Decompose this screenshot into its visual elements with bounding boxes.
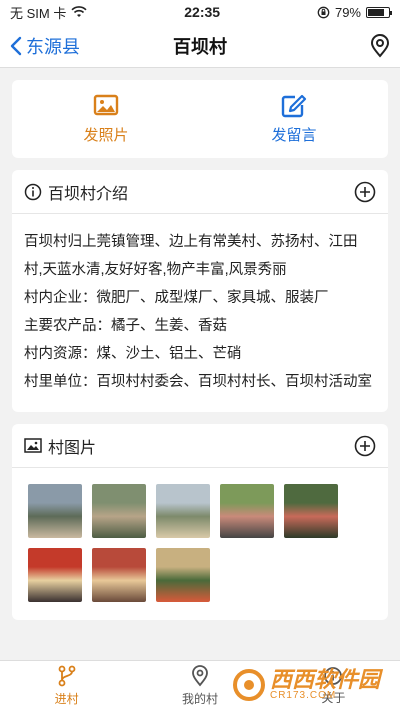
post-message-label: 发留言 xyxy=(271,126,317,144)
tab-my-village-label: 我的村 xyxy=(181,691,218,706)
carrier-label: 无 SIM 卡 xyxy=(10,5,67,21)
intro-title-group: 百坝村介绍 xyxy=(24,180,128,204)
chevron-left-icon xyxy=(10,36,22,55)
action-card: 发照片 发留言 xyxy=(12,80,388,158)
back-label: 东源县 xyxy=(26,36,80,57)
photos-title: 村图片 xyxy=(48,439,97,457)
image-icon xyxy=(93,94,119,115)
watermark-site: CR173.COM xyxy=(269,690,337,701)
photo-8[interactable] xyxy=(156,548,210,602)
photo-3[interactable] xyxy=(156,484,210,538)
watermark-logo-icon xyxy=(232,669,265,701)
intro-title: 百坝村介绍 xyxy=(48,185,129,203)
watermark-text: 西西软件园 CR173.COM xyxy=(270,669,380,701)
intro-text: 百坝村归上莞镇管理、边上有常美村、苏扬村、江田村,天蓝水清,友好好客,物产丰富,… xyxy=(12,214,388,412)
battery-icon xyxy=(366,6,392,18)
tab-enter-village[interactable]: 进村 xyxy=(0,661,133,710)
watermark: 西西软件园 CR173.COM xyxy=(232,668,380,702)
back-button[interactable]: 东源县 xyxy=(10,33,80,59)
branch-icon xyxy=(58,665,76,686)
battery-fill xyxy=(368,8,384,16)
nav-bar: 东源县 百坝村 xyxy=(0,24,400,68)
info-icon xyxy=(24,183,42,200)
status-right: 79% xyxy=(317,4,392,20)
photos-card: 村图片 xyxy=(12,424,388,620)
add-photo-plus-icon[interactable] xyxy=(354,435,376,457)
photo-7[interactable] xyxy=(92,548,146,602)
watermark-brand: 西西软件园 xyxy=(269,667,380,692)
status-time: 22:35 xyxy=(184,4,221,20)
intro-paragraph-summary: 百坝村归上莞镇管理、边上有常美村、苏扬村、江田村,天蓝水清,友好好客,物产丰富,… xyxy=(24,234,358,278)
intro-paragraph-units: 村里单位：百坝村村委会、百坝村村长、百坝村活动室 xyxy=(24,374,372,390)
location-pin-icon[interactable] xyxy=(370,33,390,58)
status-left: 无 SIM 卡 xyxy=(10,3,87,22)
pin-icon xyxy=(192,664,208,686)
photo-5[interactable] xyxy=(284,484,338,538)
page-title: 百坝村 xyxy=(173,36,227,57)
photos-title-group: 村图片 xyxy=(24,434,96,458)
photo-4[interactable] xyxy=(220,484,274,538)
tab-enter-village-label: 进村 xyxy=(54,691,79,706)
photo-6[interactable] xyxy=(28,548,82,602)
main-content: 发照片 发留言 百坝村介绍 百坝村归上莞镇管理、边上有常美村、苏扬村、江田村,天… xyxy=(0,68,400,620)
intro-card: 百坝村介绍 百坝村归上莞镇管理、边上有常美村、苏扬村、江田村,天蓝水清,友好好客… xyxy=(12,170,388,412)
photos-header: 村图片 xyxy=(12,424,388,468)
post-message-button[interactable]: 发留言 xyxy=(200,80,388,158)
intro-paragraph-resources: 村内资源：煤、沙土、铝土、芒硝 xyxy=(24,346,242,362)
rotation-lock-icon xyxy=(317,6,330,18)
upload-photo-label: 发照片 xyxy=(83,126,129,144)
wifi-icon xyxy=(71,6,87,17)
intro-paragraph-products: 主要农产品：橘子、生姜、香菇 xyxy=(24,318,227,334)
expand-plus-icon[interactable] xyxy=(354,181,376,203)
photo-grid xyxy=(12,468,388,620)
status-bar: 无 SIM 卡 22:35 79% xyxy=(0,0,400,24)
intro-header: 百坝村介绍 xyxy=(12,170,388,214)
photo-2[interactable] xyxy=(92,484,146,538)
upload-photo-button[interactable]: 发照片 xyxy=(12,80,200,158)
intro-paragraph-enterprises: 村内企业：微肥厂、成型煤厂、家具城、服装厂 xyxy=(24,290,329,306)
edit-icon xyxy=(281,94,307,117)
picture-icon xyxy=(24,437,42,453)
photo-1[interactable] xyxy=(28,484,82,538)
battery-percent: 79% xyxy=(334,4,361,20)
